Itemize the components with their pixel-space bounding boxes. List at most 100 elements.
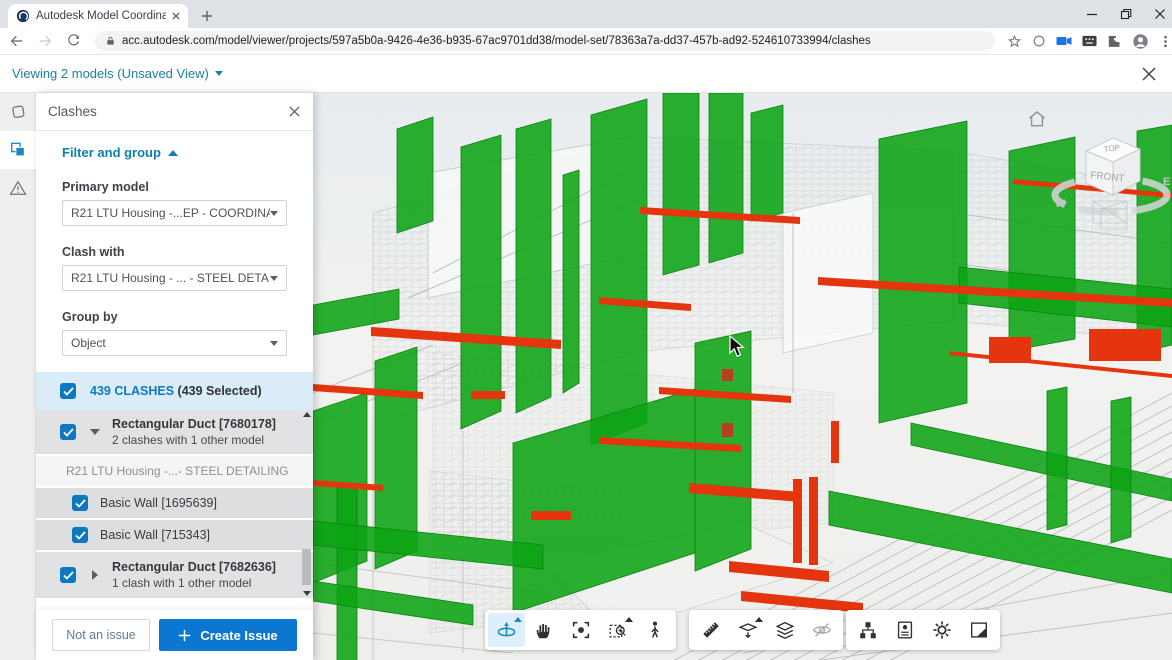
properties-tool[interactable]: [886, 613, 923, 647]
left-tool-strip: [0, 93, 36, 660]
window-restore-button[interactable]: [1120, 8, 1132, 20]
group-checkbox[interactable]: [60, 424, 76, 440]
group-by-select[interactable]: Object: [62, 330, 287, 356]
tool-options-flag: [625, 617, 633, 622]
profile-avatar[interactable]: [1132, 33, 1149, 50]
clash-count: 439 CLASHES: [90, 384, 174, 398]
settings-toolbar-group: [846, 610, 1000, 650]
window-minimize-button[interactable]: [1086, 8, 1098, 20]
primary-model-select[interactable]: R21 LTU Housing -...EP - COORDINATION: [62, 200, 287, 226]
browser-tab-bar: Autodesk Model Coordination: [0, 0, 1172, 28]
bookmark-star-icon[interactable]: [1007, 34, 1022, 49]
viewing-models-label: Viewing 2 models (Unsaved View): [12, 66, 209, 81]
url-text: acc.autodesk.com/model/viewer/projects/5…: [122, 35, 871, 47]
measure-tool[interactable]: [692, 613, 729, 647]
clash-item-row[interactable]: Basic Wall [715343]: [36, 520, 313, 552]
padlock-icon: [105, 35, 116, 47]
analyze-toolbar-group: [689, 610, 843, 650]
filter-and-group-toggle[interactable]: Filter and group: [62, 145, 287, 160]
models-icon: [8, 102, 28, 122]
clash-summary-row[interactable]: 439 CLASHES (439 Selected): [36, 372, 313, 410]
plus-icon: [178, 629, 191, 642]
fit-to-view-tool[interactable]: [562, 613, 599, 647]
browser-url-bar: acc.autodesk.com/model/viewer/projects/5…: [0, 28, 1172, 55]
window-close-button[interactable]: [1154, 8, 1166, 20]
3d-viewer[interactable]: W E TOP FRONT: [313, 93, 1172, 660]
warning-triangle-icon: [8, 178, 28, 198]
item-checkbox[interactable]: [72, 495, 88, 511]
list-scrollbar[interactable]: [301, 410, 312, 598]
gear-icon: [931, 619, 953, 641]
scroll-down-arrow[interactable]: [303, 591, 311, 596]
filter-and-group-section: Filter and group Primary model R21 LTU H…: [36, 131, 313, 372]
pan-tool[interactable]: [525, 613, 562, 647]
browser-tab[interactable]: Autodesk Model Coordination: [8, 4, 188, 28]
first-person-tool[interactable]: [636, 613, 673, 647]
back-button[interactable]: [6, 29, 28, 53]
viewer-close-button[interactable]: [1140, 65, 1158, 83]
group-model-header: R21 LTU Housing -...- STEEL DETAILING: [36, 456, 313, 488]
new-tab-button[interactable]: [198, 7, 216, 25]
clash-group-row[interactable]: Rectangular Duct [7682636] 1 clash with …: [36, 552, 313, 600]
item-checkbox[interactable]: [72, 527, 88, 543]
orbit-tool[interactable]: [488, 613, 525, 647]
model-browser-tool[interactable]: [849, 613, 886, 647]
app-header: Viewing 2 models (Unsaved View): [0, 55, 1172, 93]
chevron-up-icon: [168, 150, 178, 156]
address-bar[interactable]: acc.autodesk.com/model/viewer/projects/5…: [95, 31, 995, 51]
chevron-down-icon: [270, 211, 278, 216]
tab-title: Autodesk Model Coordination: [36, 10, 166, 22]
compass-west-label[interactable]: W: [1055, 198, 1066, 210]
tab-close-icon[interactable]: [172, 12, 180, 20]
nav-toolbar-group: [485, 610, 676, 650]
expand-collapse-chevron[interactable]: [88, 429, 102, 435]
clash-item-row[interactable]: Basic Wall [1695639]: [36, 488, 313, 520]
chevron-down-icon: [215, 71, 223, 76]
group-checkbox[interactable]: [60, 567, 76, 583]
clash-with-select[interactable]: R21 LTU Housing - ... - STEEL DETAILING: [62, 265, 287, 291]
sidebar-item-issues[interactable]: [0, 169, 36, 207]
chevron-down-icon: [270, 341, 278, 346]
primary-model-label: Primary model: [62, 180, 287, 194]
clash-item-label: Basic Wall [715343]: [100, 528, 210, 542]
reload-button[interactable]: [63, 29, 85, 53]
chevron-down-icon: [270, 276, 278, 281]
extension-keyboard-icon[interactable]: [1082, 34, 1097, 48]
screenshot-tool[interactable]: [960, 613, 997, 647]
levels-tool[interactable]: [766, 613, 803, 647]
compass-east-label[interactable]: E: [1163, 176, 1170, 188]
settings-tool[interactable]: [923, 613, 960, 647]
clash-selected-count: (439 Selected): [178, 384, 262, 398]
viewcube[interactable]: W E TOP FRONT: [1031, 123, 1172, 243]
extensions-puzzle-icon[interactable]: [1107, 34, 1122, 49]
not-an-issue-button[interactable]: Not an issue: [52, 619, 150, 651]
select-all-checkbox[interactable]: [60, 383, 76, 399]
browser-menu-icon[interactable]: [1159, 35, 1172, 48]
hidden-eye-icon: [811, 619, 833, 641]
expand-collapse-chevron[interactable]: [88, 570, 102, 580]
zoom-window-tool[interactable]: [599, 613, 636, 647]
extension-circle-icon[interactable]: [1032, 34, 1046, 48]
chevron-down-icon: [90, 429, 100, 435]
section-analysis-tool[interactable]: [729, 613, 766, 647]
sidebar-item-clashes[interactable]: [0, 131, 36, 169]
create-issue-button[interactable]: Create Issue: [159, 619, 297, 651]
viewing-models-dropdown[interactable]: Viewing 2 models (Unsaved View): [12, 66, 223, 81]
group-subtitle: 1 clash with 1 other model: [112, 576, 276, 590]
group-title: Rectangular Duct [7680178]: [112, 417, 276, 431]
clash-with-label: Clash with: [62, 245, 287, 259]
forward-button[interactable]: [34, 29, 56, 53]
group-subtitle: 2 clashes with 1 other model: [112, 433, 276, 447]
clash-group-row[interactable]: Rectangular Duct [7680178] 2 clashes wit…: [36, 410, 313, 456]
show-hidden-objects-tool[interactable]: [803, 613, 840, 647]
tool-options-flag: [514, 617, 522, 622]
clash-item-label: Basic Wall [1695639]: [100, 496, 217, 510]
extension-camera-icon[interactable]: [1056, 34, 1072, 48]
group-by-label: Group by: [62, 310, 287, 324]
chevron-right-icon: [92, 570, 98, 580]
scrollbar-thumb[interactable]: [302, 549, 311, 585]
clash-list: 439 CLASHES (439 Selected) Rectangular D…: [36, 372, 313, 610]
sidebar-item-models[interactable]: [0, 93, 36, 131]
panel-close-icon[interactable]: [288, 105, 301, 118]
panel-title: Clashes: [48, 104, 288, 119]
